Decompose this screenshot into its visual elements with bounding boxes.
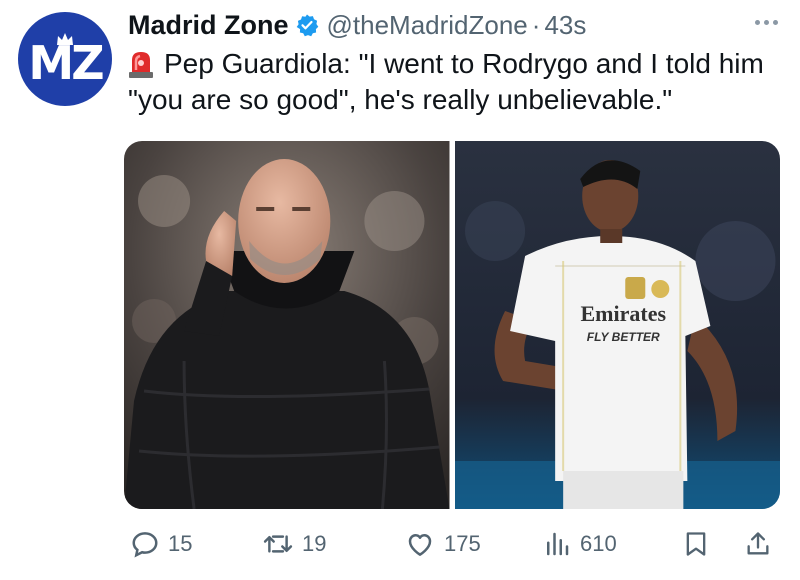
views-count: 610 (580, 531, 617, 556)
timestamp[interactable]: 43s (544, 10, 586, 41)
jersey-sponsor: Emirates (580, 301, 666, 326)
more-icon[interactable] (755, 20, 778, 25)
repost-count: 19 (302, 531, 327, 556)
crown-icon (57, 33, 73, 45)
repost-button[interactable]: 19 (262, 522, 326, 566)
avatar[interactable]: MZ (18, 12, 112, 106)
media-grid[interactable]: Emirates FLY BETTER (124, 141, 780, 509)
rodrygo-photo[interactable]: Emirates FLY BETTER (454, 141, 780, 509)
separator-dot: · (531, 9, 541, 40)
tweet-body: Pep Guardiola: "I went to Rodrygo and I … (128, 48, 764, 115)
author-name[interactable]: Madrid Zone (128, 10, 289, 41)
reply-button[interactable]: 15 (130, 522, 192, 566)
author-handle[interactable]: @theMadridZone (327, 10, 528, 41)
action-bar: 15 19 175 610 (124, 522, 780, 566)
bookmark-button[interactable] (682, 522, 710, 566)
tweet-text: Pep Guardiola: "I went to Rodrygo and I … (128, 46, 778, 118)
siren-icon (129, 52, 153, 78)
like-icon (408, 534, 432, 556)
reply-icon (132, 532, 158, 558)
share-button[interactable] (744, 522, 772, 566)
views-icon (547, 532, 569, 556)
verified-icon (295, 13, 319, 37)
bookmark-icon (686, 532, 706, 556)
guardiola-photo[interactable] (124, 141, 450, 509)
reply-count: 15 (168, 531, 193, 556)
like-button[interactable]: 175 (404, 522, 481, 566)
repost-icon (263, 535, 293, 553)
tweet-header: Madrid Zone @theMadridZone · 43s (128, 8, 586, 42)
share-icon (747, 532, 769, 555)
jersey-slogan: FLY BETTER (586, 330, 659, 344)
views-button[interactable]: 610 (542, 522, 617, 566)
like-count: 175 (444, 531, 481, 556)
